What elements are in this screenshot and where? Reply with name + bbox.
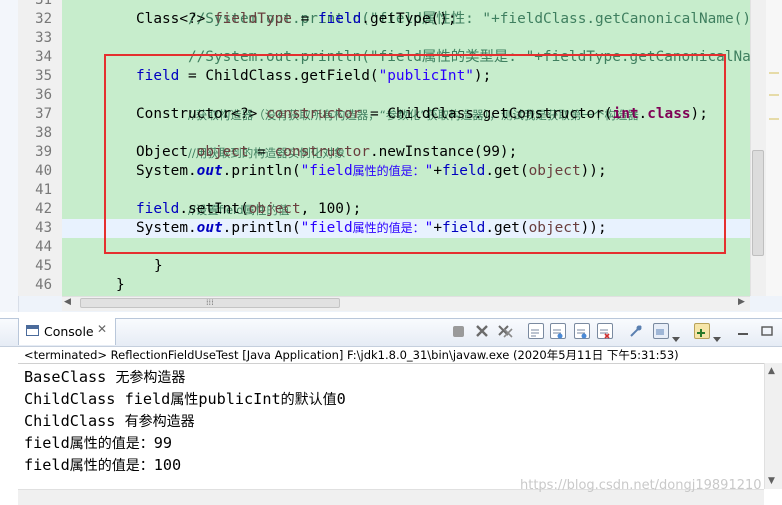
terminate-icon[interactable] <box>453 326 464 337</box>
scroll-lock-icon[interactable] <box>528 323 544 339</box>
chevron-down-icon[interactable] <box>713 328 721 342</box>
minimize-icon[interactable] <box>736 323 750 337</box>
output-text: BaseClass <box>24 368 116 386</box>
editor-left-strip <box>0 0 19 312</box>
scroll-left-arrow-icon[interactable]: ◀ <box>64 297 71 307</box>
pin-console-icon[interactable] <box>629 323 643 337</box>
line-number-gutter: 31 32 33 34 35 36 37 38 39 40 41 42 43 4… <box>18 0 62 296</box>
output-text: 无参构造器 <box>115 370 186 386</box>
line-number: 46 <box>35 277 52 293</box>
remove-all-icon[interactable] <box>497 323 513 338</box>
console-tab-label[interactable]: Console <box>44 324 94 339</box>
output-text: publicInt <box>198 390 281 408</box>
line-number: 41 <box>35 182 52 198</box>
console-output-line: field属性的值是：100 <box>24 455 181 476</box>
closing-brace: } <box>115 277 125 293</box>
code-line: } <box>64 257 125 296</box>
show-stdout-icon[interactable] <box>550 323 566 339</box>
output-text: 属性的值是： <box>69 458 154 474</box>
operator: = <box>291 11 318 27</box>
output-text: 有参构造器 <box>124 414 195 430</box>
line-number: 34 <box>35 49 52 65</box>
scroll-down-arrow-icon[interactable]: ▼ <box>768 476 775 486</box>
remove-launch-icon[interactable] <box>475 323 489 337</box>
line-number: 44 <box>35 239 52 255</box>
line-number: 35 <box>35 68 52 84</box>
display-console-icon[interactable] <box>653 323 669 339</box>
output-text: 的默认值 <box>280 392 337 408</box>
chevron-down-icon[interactable] <box>672 328 680 342</box>
editor-vertical-scroll-thumb[interactable] <box>752 150 764 256</box>
line-number: 40 <box>35 163 52 179</box>
scroll-grip-icon: ⁞⁞⁞ <box>206 298 214 307</box>
line-number: 43 <box>35 220 52 236</box>
console-output-line: BaseClass 无参构造器 <box>24 367 185 388</box>
field-token: field <box>317 11 362 27</box>
local-variable: fieldType <box>213 11 292 27</box>
output-text: 99 <box>153 434 173 452</box>
maximize-icon[interactable] <box>760 323 774 337</box>
output-text: field <box>24 434 70 452</box>
console-icon-titlebar <box>27 326 38 329</box>
console-output-line: ChildClass 有参构造器 <box>24 411 195 432</box>
scroll-right-arrow-icon[interactable]: ▶ <box>738 297 745 307</box>
line-number: 36 <box>35 87 52 103</box>
highlight-annotation-box <box>104 54 726 254</box>
line-number: 37 <box>35 106 52 122</box>
line-number: 32 <box>35 11 52 27</box>
console-vertical-scrollbar[interactable] <box>764 363 782 489</box>
line-number: 45 <box>35 258 52 274</box>
line-number: 42 <box>35 201 52 217</box>
output-text: 属性 <box>170 392 199 408</box>
launch-status-text: <terminated> ReflectionFieldUseTest [Jav… <box>24 348 679 362</box>
console-output-line: ChildClass field属性publicInt的默认值0 <box>24 389 346 410</box>
line-number: 38 <box>35 125 52 141</box>
output-text: ChildClass field <box>24 390 171 408</box>
word-wrap-icon[interactable] <box>597 323 613 339</box>
close-icon[interactable]: ✕ <box>97 322 107 336</box>
show-stderr-icon[interactable] <box>574 323 590 339</box>
output-text: ChildClass <box>24 412 125 430</box>
type-token: Class<?> <box>136 11 214 27</box>
code-editor[interactable]: 31 32 33 34 35 36 37 38 39 40 41 42 43 4… <box>0 0 782 312</box>
line-number: 39 <box>35 144 52 160</box>
console-output-line: field属性的值是：99 <box>24 433 172 454</box>
scroll-up-arrow-icon[interactable]: ▲ <box>768 366 775 376</box>
line-number: 33 <box>35 30 52 46</box>
overview-ruler[interactable] <box>766 0 782 296</box>
overview-ruler-marker[interactable] <box>769 94 779 96</box>
output-text: field <box>24 456 70 474</box>
line-number: 31 <box>35 0 52 8</box>
open-console-icon[interactable] <box>694 323 710 339</box>
watermark-text: https://blog.csdn.net/dongj19891210 <box>520 478 762 493</box>
closing-brace: } <box>153 258 163 274</box>
output-text: 100 <box>153 456 182 474</box>
output-text: 属性的值是： <box>69 436 154 452</box>
overview-ruler-marker[interactable] <box>769 118 779 120</box>
output-text: 0 <box>336 390 346 408</box>
method-call: .getType(); <box>361 11 457 27</box>
code-line: Class<?> fieldType = field.getType(); <box>136 10 457 29</box>
overview-ruler-marker[interactable] <box>769 72 779 74</box>
